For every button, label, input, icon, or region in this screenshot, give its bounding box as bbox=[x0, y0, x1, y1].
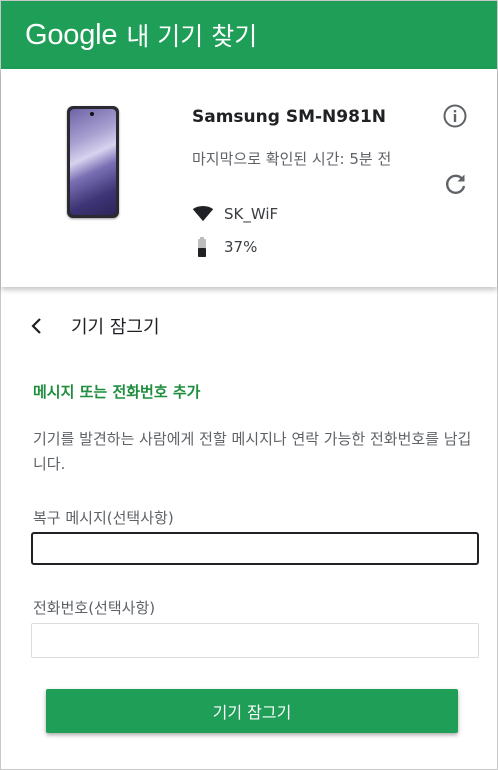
refresh-icon[interactable] bbox=[442, 170, 470, 198]
wifi-icon bbox=[192, 206, 214, 222]
info-icon[interactable] bbox=[441, 102, 469, 130]
device-camera bbox=[90, 112, 94, 116]
lock-device-panel: 기기 잠그기 메시지 또는 전화번호 추가 기기를 발견하는 사람에게 전할 메… bbox=[1, 287, 497, 769]
panel-header: 기기 잠그기 bbox=[29, 313, 160, 339]
phone-number-label: 전화번호(선택사항) bbox=[33, 599, 156, 617]
lock-device-button[interactable]: 기기 잠그기 bbox=[46, 689, 458, 733]
battery-percent: 37% bbox=[224, 238, 258, 256]
section-description: 기기를 발견하는 사람에게 전할 메시지나 연락 가능한 전화번호를 남깁니다. bbox=[33, 430, 472, 473]
google-logo: Google bbox=[25, 18, 118, 51]
section-title: 메시지 또는 전화번호 추가 bbox=[33, 383, 201, 401]
panel-title: 기기 잠그기 bbox=[71, 317, 160, 338]
device-screen bbox=[70, 109, 116, 215]
wifi-status: SK_WiF bbox=[192, 205, 278, 223]
device-model: Samsung SM-N981N bbox=[192, 107, 386, 127]
app-title: 내 기기 찾기 bbox=[126, 22, 258, 51]
recovery-message-label: 복구 메시지(선택사항) bbox=[33, 509, 174, 527]
top-app-bar: Google 내 기기 찾기 bbox=[1, 1, 497, 69]
last-seen-text: 마지막으로 확인된 시간: 5분 전 bbox=[192, 150, 392, 168]
back-arrow-icon[interactable] bbox=[29, 316, 45, 336]
device-image bbox=[67, 106, 119, 218]
wifi-name: SK_WiF bbox=[224, 205, 279, 223]
battery-status: 37% bbox=[192, 237, 257, 257]
device-card: Samsung SM-N981N 마지막으로 확인된 시간: 5분 전 SK_W… bbox=[1, 69, 497, 287]
recovery-message-input[interactable] bbox=[31, 532, 479, 565]
battery-icon bbox=[198, 237, 206, 257]
phone-number-input[interactable] bbox=[31, 623, 479, 658]
